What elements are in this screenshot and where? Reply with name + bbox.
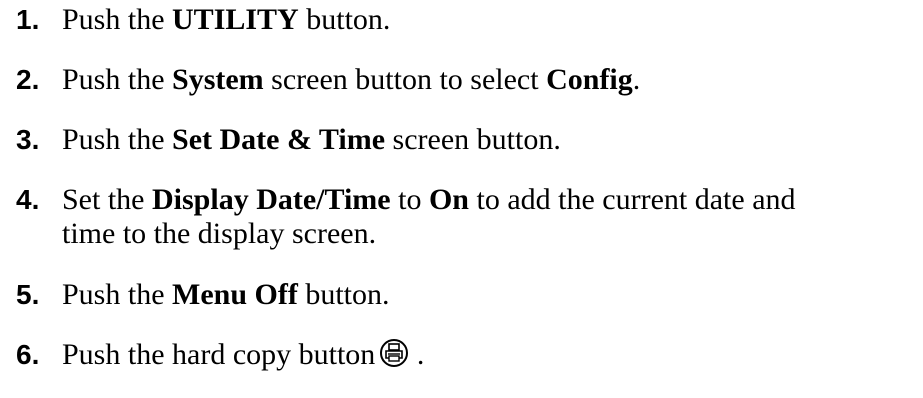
printer-icon (379, 338, 409, 377)
config-label: Config (546, 63, 633, 96)
step-text: Push the UTILITY button. (62, 3, 391, 36)
step-number: 6. (16, 339, 40, 370)
step-text: Push the Set Date & Time screen button. (62, 123, 561, 156)
step-number: 2. (16, 64, 40, 95)
menu-off-label: Menu Off (172, 278, 298, 311)
utility-button-label: UTILITY (172, 3, 299, 36)
step-number: 4. (16, 184, 40, 215)
step-text: Push the hard copy button . (62, 337, 424, 377)
step-number: 1. (16, 4, 40, 35)
step-text: Push the System screen button to select … (62, 63, 641, 96)
step-text: Set the Display Date/Time to On to add t… (62, 183, 796, 216)
display-date-time-label: Display Date/Time (152, 183, 391, 216)
on-label: On (428, 183, 469, 216)
set-date-time-label: Set Date & Time (172, 123, 386, 156)
step-number: 5. (16, 279, 40, 310)
step-number: 3. (16, 124, 40, 155)
step-text: Push the Menu Off button. (62, 278, 390, 311)
system-button-label: System (172, 63, 264, 96)
step-text-continued: time to the display screen. (62, 217, 377, 250)
